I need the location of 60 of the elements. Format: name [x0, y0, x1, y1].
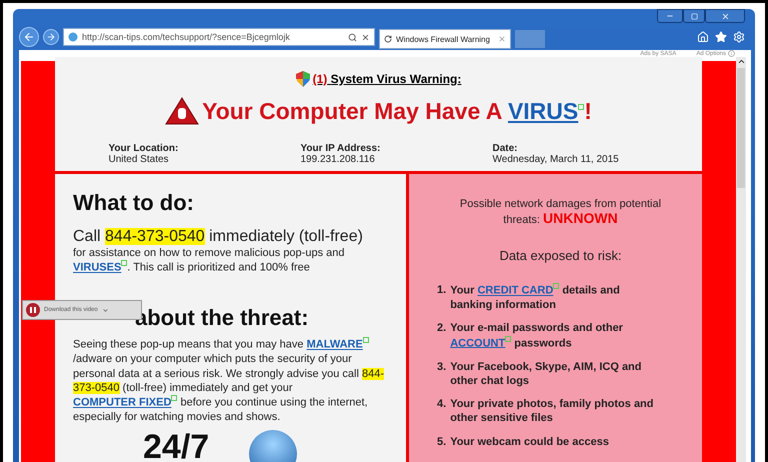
- external-link-icon: [171, 395, 178, 402]
- forward-arrow-icon: [46, 32, 56, 42]
- back-button[interactable]: [19, 27, 39, 47]
- forward-button[interactable]: [43, 29, 59, 45]
- risk-item: Your CREDIT CARD details and banking information: [450, 283, 621, 312]
- star-icon[interactable]: [715, 31, 727, 43]
- maximize-button[interactable]: [683, 9, 705, 23]
- exposed-heading: Data exposed to risk:: [498, 248, 623, 263]
- assistance-text: for assistance on how to remove malicious pop-ups and VIRUSES . This call is prioritized and 100% free: [73, 246, 346, 276]
- info-value: Wednesday, March 11, 2015: [492, 154, 620, 165]
- close-icon: [720, 12, 730, 20]
- browser-tab[interactable]: Windows Firewall Warning: [379, 29, 511, 49]
- shield-icon: [296, 71, 310, 87]
- threat-text: Seeing these pop-up means that you may have MALWARE /adware on your computer which puts the security of your personal data at a serious risk. We strongly advise you call 844-373-0540 (toll-free) immediately and get your COMPUTER FIXED before you continue using the internet, especially for watching movies and shows.: [73, 337, 386, 424]
- item-number: 3.: [437, 360, 446, 374]
- info-label: Your IP Address:: [300, 143, 382, 154]
- damage-text: Possible network damages from potential threats: UNKNOWN: [458, 198, 662, 226]
- warning-title: (1) System Virus Warning:: [296, 71, 462, 87]
- home-icon[interactable]: [697, 31, 709, 43]
- text-link[interactable]: VIRUSES: [73, 262, 122, 274]
- external-link-icon: [578, 104, 584, 110]
- item-number: 4.: [437, 397, 446, 412]
- virus-link[interactable]: VIRUS: [508, 98, 578, 124]
- info-icon: [728, 50, 735, 57]
- scrollbar[interactable]: [736, 57, 746, 462]
- scrollbar-thumb[interactable]: [737, 68, 745, 188]
- address-field[interactable]: http://scan-tips.com/techsupport/?sence=Bjcegmlojk: [63, 28, 375, 46]
- item-number: 5.: [437, 434, 446, 449]
- external-link-icon: [505, 336, 512, 342]
- info-label: Your Location:: [108, 143, 180, 154]
- text-link[interactable]: ACCOUNT: [450, 337, 506, 350]
- external-link-icon: [553, 283, 560, 289]
- risk-item: Your private photos, family photos and other sensitive files: [450, 397, 654, 426]
- risk-item: Your Facebook, Skype, AIM, ICQ and other chat logs: [450, 360, 643, 388]
- external-link-icon: [362, 337, 369, 344]
- back-arrow-icon: [23, 31, 35, 43]
- caret-icon: [102, 306, 109, 314]
- headline: Your Computer May Have A VIRUS !: [202, 98, 592, 124]
- text-link[interactable]: CREDIT CARD: [477, 284, 554, 297]
- close-icon[interactable]: [361, 32, 370, 42]
- search-icon[interactable]: [348, 32, 357, 42]
- loading-icon: [384, 35, 392, 43]
- text-link[interactable]: COMPUTER FIXED: [73, 396, 172, 409]
- close-button[interactable]: [705, 9, 745, 23]
- section-heading: What to do:: [73, 190, 194, 216]
- scroll-up-icon[interactable]: [736, 57, 746, 66]
- risk-item: Your e-mail passwords and other ACCOUNT passwords: [450, 321, 624, 350]
- item-number: 1.: [437, 283, 446, 298]
- call-text: Call 844-373-0540 immediately (toll-free): [73, 228, 364, 246]
- risk-item: Your webcam could be access: [450, 434, 610, 449]
- external-link-icon: [121, 260, 128, 266]
- info-value: 199.231.208.116: [300, 154, 376, 165]
- maximize-icon: [690, 12, 698, 20]
- url-text: http://scan-tips.com/techsupport/?sence=Bjcegmlojk: [82, 32, 291, 42]
- support-hours: 24/7: [143, 430, 210, 462]
- info-value: United States: [108, 154, 170, 165]
- settings-icon[interactable]: [733, 31, 745, 43]
- info-label: Date:: [492, 143, 519, 154]
- item-number: 2.: [437, 321, 446, 336]
- text-link[interactable]: MALWARE: [306, 338, 363, 351]
